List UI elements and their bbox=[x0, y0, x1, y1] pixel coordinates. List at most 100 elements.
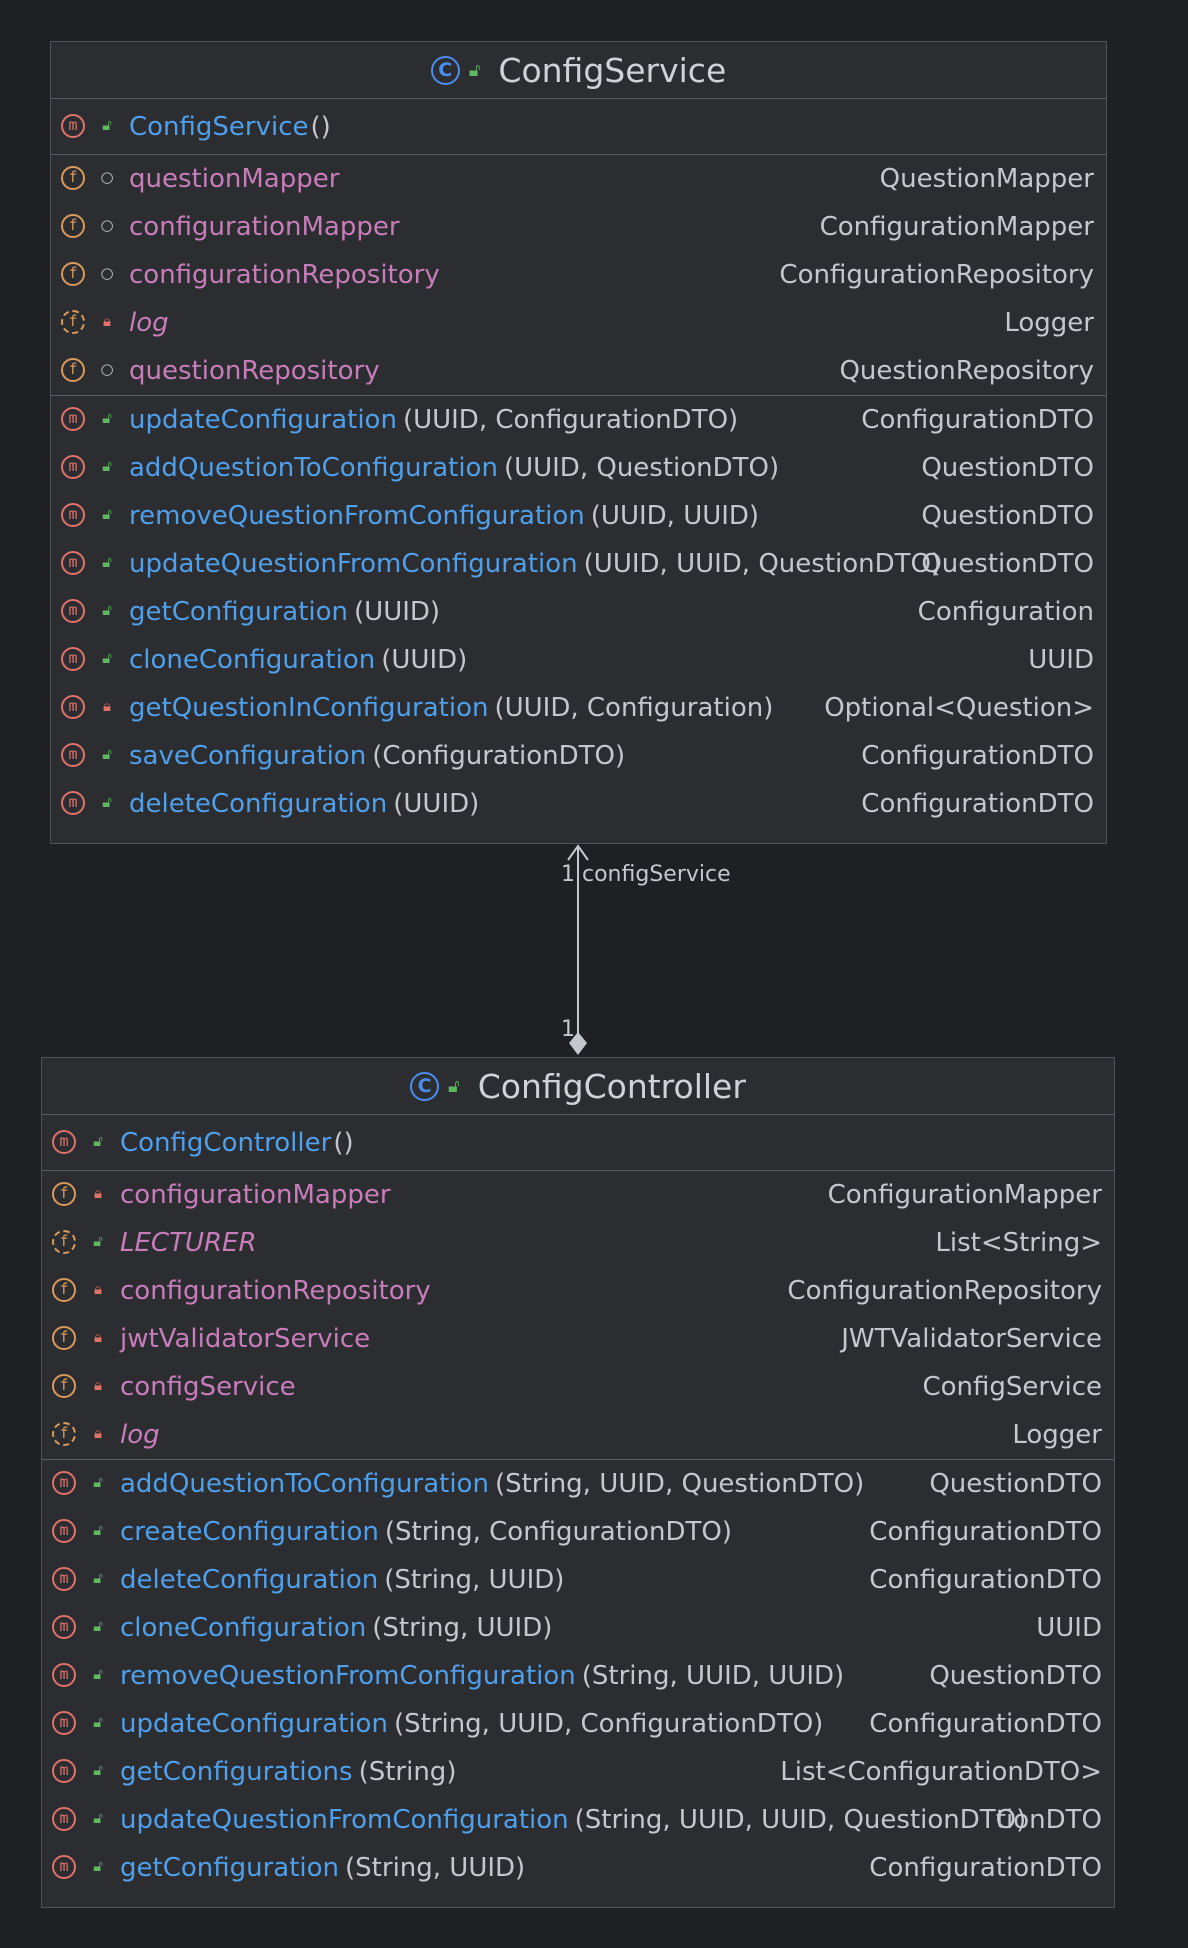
member-signature: updateConfiguration (String, UUID, Config… bbox=[120, 1709, 823, 1739]
member-name: LECTURER bbox=[120, 1228, 257, 1258]
field-icon: f bbox=[52, 1326, 76, 1350]
member-type: ConfigurationDTO bbox=[869, 1565, 1102, 1595]
fields-section: f 🔒︎ configurationMapper ConfigurationMappe… bbox=[42, 1171, 1114, 1460]
field-row[interactable]: f 🔓︎ LECTURER List<String> bbox=[42, 1219, 1114, 1267]
member-name: cloneConfiguration bbox=[120, 1613, 367, 1643]
member-type: ConfigurationMapper bbox=[827, 1180, 1102, 1210]
member-name: updateQuestionFromConfiguration bbox=[120, 1805, 569, 1835]
private-lock-icon: 🔒︎ bbox=[94, 1184, 102, 1202]
method-row[interactable]: m 🔓︎ updateQuestionFromConfiguration (Strin… bbox=[42, 1796, 1114, 1844]
member-signature: cloneConfiguration (String, UUID) bbox=[120, 1613, 552, 1643]
member-signature: configurationRepository bbox=[120, 1276, 431, 1306]
member-signature: configService bbox=[120, 1372, 296, 1402]
private-lock-icon: 🔒︎ bbox=[94, 1376, 102, 1394]
static-field-icon: f bbox=[52, 1422, 76, 1446]
method-icon: m bbox=[52, 1855, 76, 1879]
source-multiplicity: 1 bbox=[561, 1017, 575, 1042]
member-params: (String, UUID, UUID) bbox=[581, 1661, 845, 1691]
member-name: jwtValidatorService bbox=[120, 1324, 371, 1354]
class-box-config-controller: C 🔓︎ ConfigController m 🔓︎ ConfigControlle… bbox=[41, 1057, 1115, 1908]
methods-section: m 🔓︎ addQuestionToConfiguration (String, UU… bbox=[42, 1460, 1114, 1892]
method-row[interactable]: m 🔓︎ removeQuestionFromConfiguration (Strin… bbox=[42, 1652, 1114, 1700]
member-name: updateConfiguration bbox=[120, 1709, 388, 1739]
member-name: getConfiguration bbox=[120, 1853, 340, 1883]
member-params: (String) bbox=[358, 1757, 457, 1787]
method-row[interactable]: m 🔓︎ getConfigurations (String) List<Configu… bbox=[42, 1748, 1114, 1796]
relation-role-label: configService bbox=[582, 862, 731, 887]
method-row[interactable]: m 🔓︎ updateConfiguration (String, UUID, Con… bbox=[42, 1700, 1114, 1748]
public-lock-open-icon: 🔓︎ bbox=[93, 1809, 103, 1827]
member-params: (String, ConfigurationDTO) bbox=[384, 1517, 732, 1547]
field-row[interactable]: f 🔒︎ configurationRepository ConfigurationR… bbox=[42, 1267, 1114, 1315]
member-signature: jwtValidatorService bbox=[120, 1324, 370, 1354]
member-type: UUID bbox=[1036, 1613, 1102, 1643]
class-icon: C bbox=[410, 1071, 440, 1101]
method-icon: m bbox=[52, 1567, 76, 1591]
target-multiplicity: 1 bbox=[561, 862, 575, 887]
member-params: (String, UUID, UUID, QuestionDTO) bbox=[574, 1805, 1027, 1835]
member-signature: getConfigurations (String) bbox=[120, 1757, 456, 1787]
public-lock-open-icon: 🔓︎ bbox=[93, 1617, 103, 1635]
field-icon: f bbox=[52, 1374, 76, 1398]
member-name: configurationMapper bbox=[120, 1180, 391, 1210]
public-lock-open-icon: 🔓︎ bbox=[93, 1665, 103, 1683]
member-type: List<String> bbox=[935, 1228, 1102, 1258]
method-row[interactable]: m 🔓︎ createConfiguration (String, Configura… bbox=[42, 1508, 1114, 1556]
method-row[interactable]: m 🔓︎ getConfiguration (String, UUID) Configu… bbox=[42, 1844, 1114, 1892]
member-name: deleteConfiguration bbox=[120, 1565, 379, 1595]
member-type: JWTValidatorService bbox=[841, 1324, 1102, 1354]
class-name: ConfigController bbox=[477, 1066, 746, 1106]
field-icon: f bbox=[52, 1182, 76, 1206]
method-row[interactable]: m 🔓︎ cloneConfiguration (String, UUID) UUID bbox=[42, 1604, 1114, 1652]
constructor-row[interactable]: m 🔓︎ ConfigController() bbox=[42, 1115, 1114, 1170]
member-params: (String, UUID) bbox=[384, 1565, 565, 1595]
method-icon: m bbox=[52, 1711, 76, 1735]
public-lock-open-icon: 🔓︎ bbox=[93, 1713, 103, 1731]
member-name: log bbox=[120, 1420, 160, 1450]
class-header: C 🔓︎ ConfigController bbox=[42, 1058, 1114, 1115]
public-lock-open-icon: 🔓︎ bbox=[448, 1075, 460, 1097]
method-icon: m bbox=[52, 1759, 76, 1783]
member-type: QuestionDTO bbox=[929, 1469, 1102, 1499]
member-signature: log bbox=[120, 1420, 160, 1450]
member-signature: addQuestionToConfiguration (String, UUID,… bbox=[120, 1469, 864, 1499]
member-name: getConfigurations bbox=[120, 1757, 353, 1787]
method-icon: m bbox=[52, 1471, 76, 1495]
field-row[interactable]: f 🔒︎ configService ConfigService bbox=[42, 1363, 1114, 1411]
private-lock-icon: 🔒︎ bbox=[94, 1280, 102, 1298]
method-icon: m bbox=[52, 1615, 76, 1639]
member-type: ConfigurationDTO bbox=[869, 1853, 1102, 1883]
static-field-icon: f bbox=[52, 1230, 76, 1254]
member-type: ConfigurationDTO bbox=[869, 1709, 1102, 1739]
field-row[interactable]: f 🔒︎ log Logger bbox=[42, 1411, 1114, 1459]
public-lock-open-icon: 🔓︎ bbox=[93, 1132, 103, 1150]
method-icon: m bbox=[52, 1663, 76, 1687]
member-type: ConfigurationRepository bbox=[787, 1276, 1102, 1306]
method-row[interactable]: m 🔓︎ addQuestionToConfiguration (String, UU… bbox=[42, 1460, 1114, 1508]
field-icon: f bbox=[52, 1278, 76, 1302]
member-signature: createConfiguration (String, Configuratio… bbox=[120, 1517, 732, 1547]
method-icon: m bbox=[52, 1807, 76, 1831]
member-name: removeQuestionFromConfiguration bbox=[120, 1661, 576, 1691]
member-signature: getConfiguration (String, UUID) bbox=[120, 1853, 525, 1883]
private-lock-icon: 🔒︎ bbox=[94, 1328, 102, 1346]
member-signature: ConfigController() bbox=[120, 1128, 354, 1158]
public-lock-open-icon: 🔓︎ bbox=[93, 1761, 103, 1779]
method-icon: m bbox=[52, 1130, 76, 1154]
member-type: tionDTO bbox=[995, 1805, 1102, 1835]
member-name: createConfiguration bbox=[120, 1517, 379, 1547]
member-type: Logger bbox=[1012, 1420, 1102, 1450]
member-type: ConfigService bbox=[922, 1372, 1102, 1402]
member-signature: removeQuestionFromConfiguration (String, … bbox=[120, 1661, 844, 1691]
public-lock-open-icon: 🔓︎ bbox=[93, 1521, 103, 1539]
field-row[interactable]: f 🔒︎ configurationMapper ConfigurationMappe… bbox=[42, 1171, 1114, 1219]
field-row[interactable]: f 🔒︎ jwtValidatorService JWTValidatorServic… bbox=[42, 1315, 1114, 1363]
method-row[interactable]: m 🔓︎ deleteConfiguration (String, UUID) Conf… bbox=[42, 1556, 1114, 1604]
member-name: configService bbox=[120, 1372, 296, 1402]
member-type: ConfigurationDTO bbox=[869, 1517, 1102, 1547]
member-params: (String, UUID) bbox=[345, 1853, 526, 1883]
public-lock-open-icon: 🔓︎ bbox=[93, 1569, 103, 1587]
member-signature: deleteConfiguration (String, UUID) bbox=[120, 1565, 564, 1595]
member-params: (String, UUID) bbox=[372, 1613, 553, 1643]
member-signature: configurationMapper bbox=[120, 1180, 391, 1210]
